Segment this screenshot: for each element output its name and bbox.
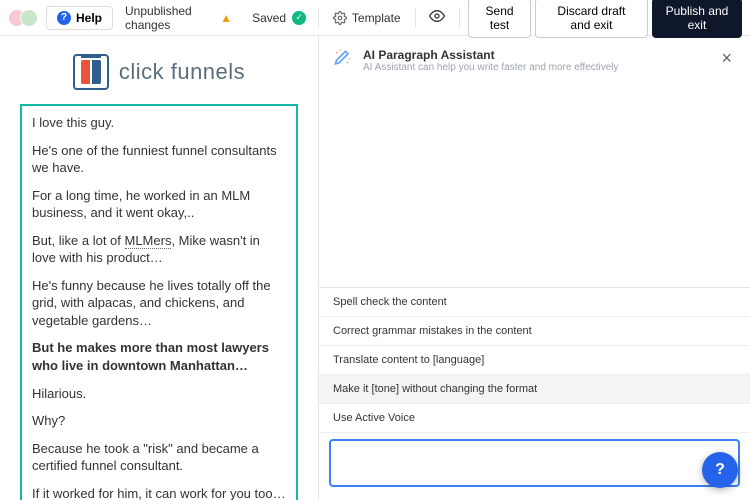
- paragraph: Because he took a "risk" and became a ce…: [32, 440, 286, 475]
- help-fab[interactable]: ?: [702, 452, 738, 488]
- gear-icon: [333, 11, 347, 25]
- logo-icon: [73, 54, 109, 90]
- paragraph: Why?: [32, 412, 286, 430]
- ai-panel: AI Paragraph Assistant AI Assistant can …: [318, 36, 750, 500]
- paragraph: He's one of the funniest funnel consulta…: [32, 142, 286, 177]
- main-area: click funnels I love this guy. He's one …: [0, 36, 750, 500]
- publish-button[interactable]: Publish and exit: [652, 0, 742, 38]
- paragraph: Hilarious.: [32, 385, 286, 403]
- paragraph: But, like a lot of MLMers, Mike wasn't i…: [32, 232, 286, 267]
- saved-label: Saved: [252, 11, 286, 25]
- check-icon: ✓: [292, 11, 306, 25]
- help-icon: ?: [57, 11, 71, 25]
- close-icon[interactable]: ×: [717, 48, 736, 69]
- template-button[interactable]: Template: [323, 11, 411, 25]
- content-block[interactable]: I love this guy. He's one of the funnies…: [20, 104, 298, 500]
- paragraph: I love this guy.: [32, 114, 286, 132]
- warning-icon: ▲: [220, 11, 232, 25]
- top-toolbar: ? Help Unpublished changes ▲ Saved ✓ Tem…: [0, 0, 750, 36]
- suggestion-item[interactable]: Spell check the content: [319, 288, 750, 317]
- avatar-group: [8, 9, 38, 27]
- ai-title: AI Paragraph Assistant: [363, 48, 619, 62]
- ai-header: AI Paragraph Assistant AI Assistant can …: [319, 36, 750, 85]
- wand-icon: [333, 48, 353, 68]
- unpublished-label: Unpublished changes: [125, 4, 214, 32]
- separator: [459, 8, 460, 28]
- suggestions-list: Spell check the content Correct grammar …: [319, 287, 750, 433]
- logo-text: click funnels: [119, 59, 245, 85]
- ai-subtitle: AI Assistant can help you write faster a…: [363, 62, 619, 73]
- help-label: Help: [76, 11, 102, 25]
- paragraph: If it worked for him, it can work for yo…: [32, 485, 286, 500]
- ai-input[interactable]: [329, 439, 740, 487]
- editor-panel: click funnels I love this guy. He's one …: [0, 36, 318, 500]
- avatar: [20, 9, 38, 27]
- eye-icon: [429, 8, 445, 24]
- preview-button[interactable]: [419, 8, 455, 27]
- saved-status: Saved ✓: [244, 11, 314, 25]
- suggestion-item[interactable]: Use Active Voice: [319, 404, 750, 433]
- suggestion-item[interactable]: Correct grammar mistakes in the content: [319, 317, 750, 346]
- logo: click funnels: [20, 54, 298, 90]
- paragraph: He's funny because he lives totally off …: [32, 277, 286, 330]
- separator: [318, 8, 319, 28]
- help-button[interactable]: ? Help: [46, 6, 113, 30]
- send-test-button[interactable]: Send test: [468, 0, 531, 38]
- separator: [415, 8, 416, 28]
- suggestion-item[interactable]: Translate content to [language]: [319, 346, 750, 375]
- template-label: Template: [352, 11, 401, 25]
- suggestion-item[interactable]: Make it [tone] without changing the form…: [319, 375, 750, 404]
- paragraph-bold: But he makes more than most lawyers who …: [32, 339, 286, 374]
- discard-button[interactable]: Discard draft and exit: [535, 0, 648, 38]
- unpublished-status: Unpublished changes ▲: [117, 4, 240, 32]
- ai-input-row: [319, 433, 750, 500]
- paragraph: For a long time, he worked in an MLM bus…: [32, 187, 286, 222]
